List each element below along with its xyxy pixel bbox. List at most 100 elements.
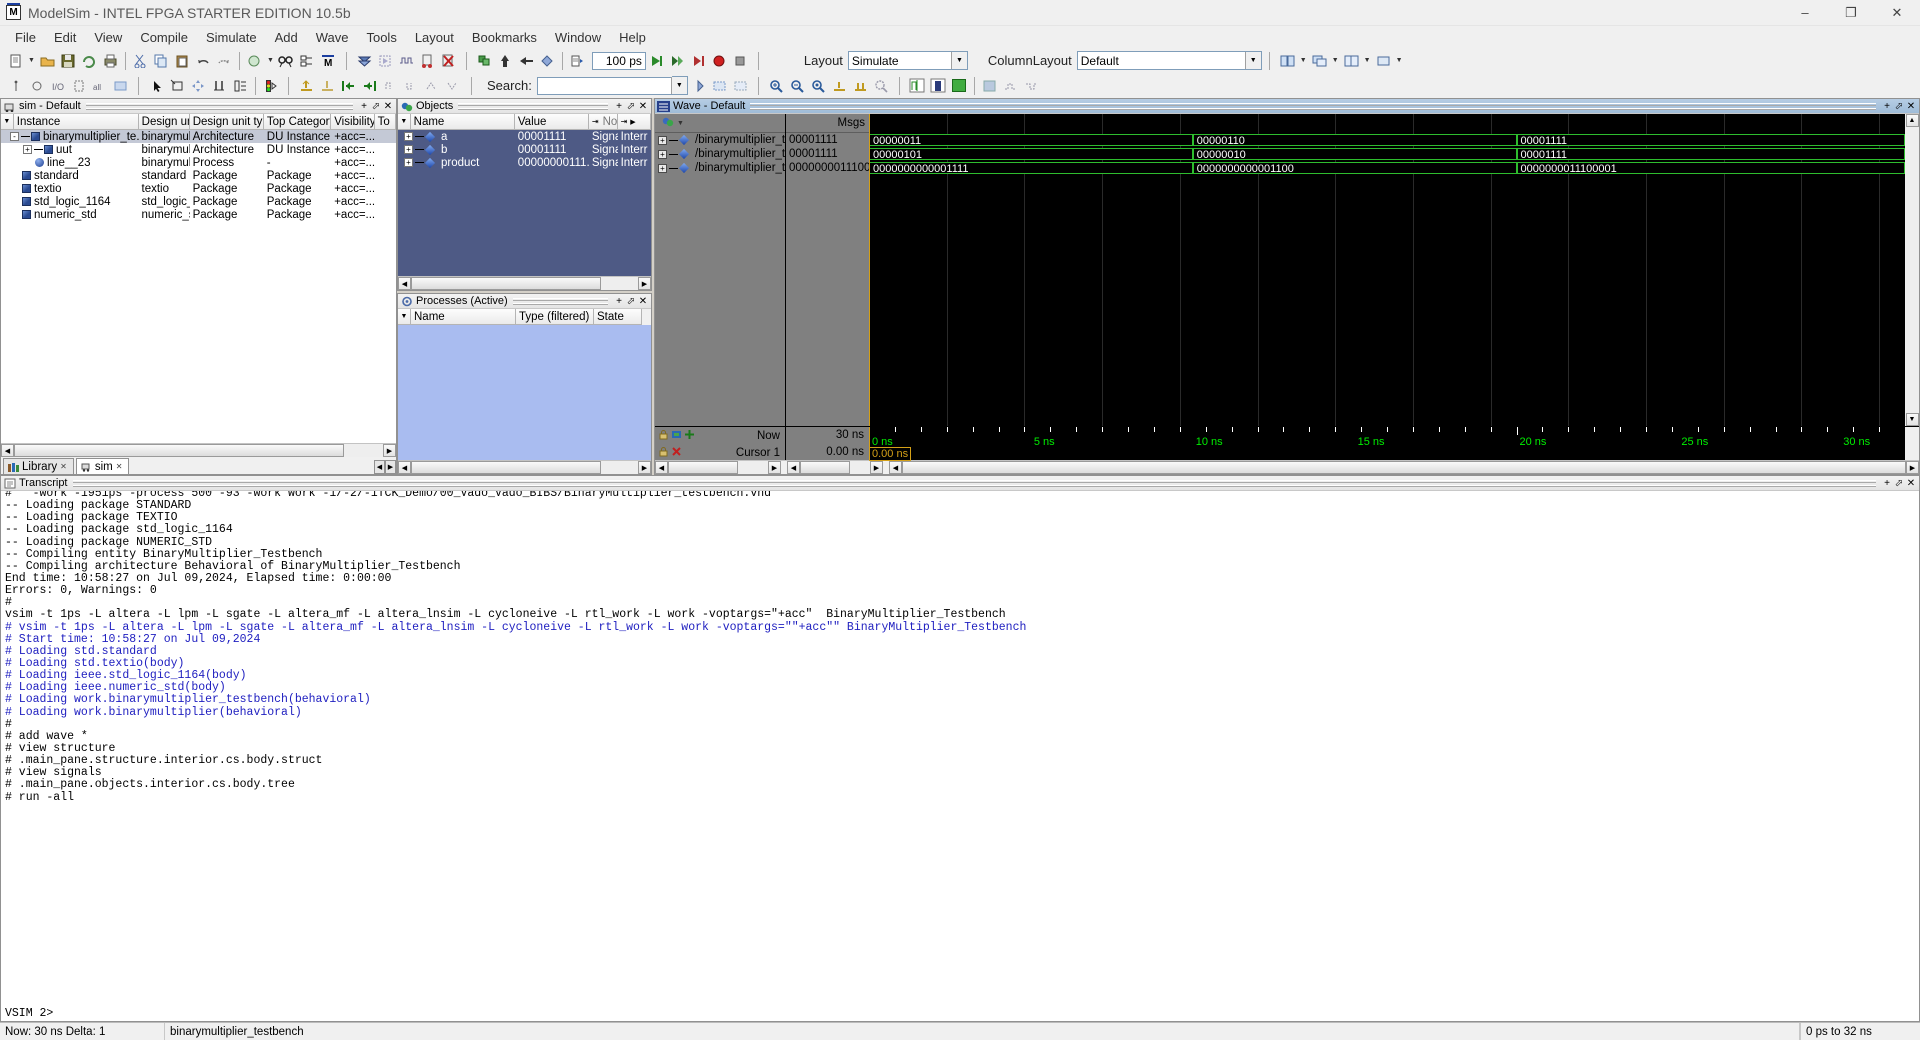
processes-column-header[interactable]: Name xyxy=(411,309,516,325)
objects-horizontal-scrollbar[interactable]: ◀ ▶ xyxy=(398,276,651,290)
wave-values-scroll-track[interactable] xyxy=(800,461,870,474)
sim-column-header[interactable]: Design unit xyxy=(138,114,190,130)
delete-dataset-icon[interactable] xyxy=(438,50,459,71)
paste-icon[interactable] xyxy=(172,50,193,71)
objects-filter-icon[interactable]: ▼ xyxy=(398,114,411,130)
reload-icon[interactable] xyxy=(79,50,100,71)
edge-tool4-icon[interactable] xyxy=(443,75,464,96)
wave-segment[interactable]: 0000000000001111 xyxy=(869,162,1193,174)
io-port-icon[interactable]: I/O xyxy=(47,75,68,96)
find-prev-edge-icon[interactable] xyxy=(380,75,401,96)
insert-cursor-icon[interactable] xyxy=(296,75,317,96)
window-split-dropdown-icon[interactable]: ▼ xyxy=(1362,57,1373,64)
window-cascade-dropdown-icon[interactable]: ▼ xyxy=(1330,57,1341,64)
sim-grid-body[interactable]: - binarymultiplier_te...binarymulti...Arc… xyxy=(1,130,396,443)
processes-pane-close-button[interactable]: ✕ xyxy=(637,295,649,307)
sim-table-row[interactable]: numeric_stdnumeric_stdPackagePackage+acc… xyxy=(1,208,396,221)
step-up-icon[interactable] xyxy=(495,50,516,71)
sim-pane-grip[interactable] xyxy=(85,102,353,110)
objects-grid-body[interactable]: + a 00001111 SignalInterr + b 00001111 SignalIn… xyxy=(398,130,651,276)
wave-lock-icon[interactable] xyxy=(658,429,669,443)
menu-item-bookmarks[interactable]: Bookmarks xyxy=(463,28,546,47)
pane-tab-close-icon[interactable]: ✕ xyxy=(116,462,123,471)
wave-scroll-down-icon[interactable]: ▼ xyxy=(1905,413,1919,426)
wave-color-icon[interactable] xyxy=(655,116,675,131)
sim-column-header[interactable]: Instance xyxy=(13,114,139,130)
sim-table-row[interactable]: standard standard Package Package +acc=... xyxy=(1,169,396,182)
new-file-icon[interactable] xyxy=(5,50,26,71)
wave-grid-icon[interactable] xyxy=(979,75,1000,96)
edge-tool3-icon[interactable] xyxy=(422,75,443,96)
wave-names-scroll-track[interactable] xyxy=(668,461,768,474)
objects-pane-close-button[interactable]: ✕ xyxy=(637,100,649,112)
compile-icon[interactable] xyxy=(244,50,265,71)
transcript-grip[interactable] xyxy=(72,479,1876,487)
wave-signal-row[interactable]: +/binarymultiplier_te... xyxy=(655,133,801,147)
all-signals-icon[interactable]: all xyxy=(89,75,110,96)
menu-item-help[interactable]: Help xyxy=(610,28,655,47)
sim-table-row[interactable]: std_logic_1164std_logic_1...PackagePacka… xyxy=(1,195,396,208)
wave-format-literal-icon[interactable] xyxy=(907,75,928,96)
wave-segment[interactable]: 00001111 xyxy=(1516,134,1905,146)
wave-timeline-ruler[interactable]: 0 ns 5 ns 10 ns 15 ns 20 ns 25 ns 30 ns 0.00 ns xyxy=(869,427,1905,461)
close-button[interactable]: ✕ xyxy=(1874,0,1920,26)
find-next-edge-icon[interactable] xyxy=(401,75,422,96)
objects-pane-undock-button[interactable]: ⬀ xyxy=(625,100,637,112)
signal-bus-icon[interactable] xyxy=(5,75,26,96)
tabs-nav-right-icon[interactable]: ▶ xyxy=(385,460,396,474)
sim-pane-dock-button[interactable]: + xyxy=(358,100,370,112)
wave-signal-row[interactable]: +/binarymultiplier_te... xyxy=(655,147,801,161)
processes-scroll-right-icon[interactable]: ▶ xyxy=(638,461,651,474)
pointer-icon[interactable] xyxy=(146,75,167,96)
object-expander-icon[interactable]: + xyxy=(404,145,413,154)
objects-column-header[interactable]: Name xyxy=(410,114,515,130)
sim-column-header[interactable]: Design unit type xyxy=(189,114,264,130)
sim-column-header[interactable]: Top Category xyxy=(263,114,332,130)
sim-pane-undock-button[interactable]: ⬀ xyxy=(370,100,382,112)
wave-segment[interactable]: 00001111 xyxy=(1516,148,1905,160)
wave-canvas-scroll-track[interactable] xyxy=(902,461,1906,474)
transcript-close-button[interactable]: ✕ xyxy=(1905,477,1917,489)
wave-vertical-scrollbar[interactable]: ▲ ▼ xyxy=(1905,114,1919,426)
wave-format-analog-icon[interactable] xyxy=(928,75,949,96)
menu-item-compile[interactable]: Compile xyxy=(131,28,197,47)
pane-tab-library[interactable]: Library ✕ xyxy=(3,458,74,474)
processes-scroll-track[interactable] xyxy=(411,461,638,474)
search-history-chevron-icon[interactable]: ▼ xyxy=(670,77,687,94)
wave-names-scroll-right-icon[interactable]: ▶ xyxy=(768,461,781,474)
cut-icon[interactable] xyxy=(130,50,151,71)
zoom-cursor-icon[interactable] xyxy=(829,75,850,96)
objects-column-header[interactable]: ⇥Now xyxy=(588,114,618,130)
transcript-prompt[interactable]: VSIM 2> xyxy=(1,1007,1919,1021)
copy-icon[interactable] xyxy=(151,50,172,71)
layout-select[interactable]: Simulate ▼ xyxy=(847,51,968,70)
wave-canvas-scroll-left-icon[interactable]: ◀ xyxy=(889,461,902,474)
window-tile-dropdown-icon[interactable]: ▼ xyxy=(1298,57,1309,64)
step-back-icon[interactable] xyxy=(516,50,537,71)
print-icon[interactable] xyxy=(100,50,121,71)
menu-item-edit[interactable]: Edit xyxy=(45,28,85,47)
objects-column-header[interactable]: ⇥ ▶ xyxy=(617,114,651,130)
search-filter-icon[interactable] xyxy=(730,75,751,96)
objects-table-row[interactable]: + b 00001111 SignalInterr xyxy=(398,143,651,156)
cursor-lock-icon[interactable] xyxy=(658,446,669,460)
menu-item-window[interactable]: Window xyxy=(546,28,610,47)
sim-scroll-right-icon[interactable]: ▶ xyxy=(383,444,396,457)
simulation-time-input[interactable]: 100 ps xyxy=(591,51,646,70)
compile-all-icon[interactable] xyxy=(354,50,375,71)
wave-scroll-up-icon[interactable]: ▲ xyxy=(1905,114,1919,127)
zoom-range-icon[interactable] xyxy=(850,75,871,96)
wave-add-cursor-icon[interactable] xyxy=(684,429,695,443)
window-tile-icon[interactable] xyxy=(1277,50,1298,71)
sim-table-row[interactable]: + uut binarymulti...Architecture DU Instanc… xyxy=(1,143,396,156)
wave-segment[interactable]: 0000000011100001 xyxy=(1516,162,1905,174)
undo-icon[interactable] xyxy=(193,50,214,71)
redo-icon[interactable] xyxy=(214,50,235,71)
tree-expander-icon[interactable]: + xyxy=(23,145,32,154)
save-icon[interactable] xyxy=(58,50,79,71)
wave-signal-row[interactable]: +/binarymultiplier_te... xyxy=(655,161,801,175)
search-next-icon[interactable] xyxy=(688,75,709,96)
columnlayout-chevron-down-icon[interactable]: ▼ xyxy=(1244,52,1261,69)
objects-scroll-track[interactable] xyxy=(411,277,638,290)
processes-horizontal-scrollbar[interactable]: ◀ ▶ xyxy=(398,460,651,474)
